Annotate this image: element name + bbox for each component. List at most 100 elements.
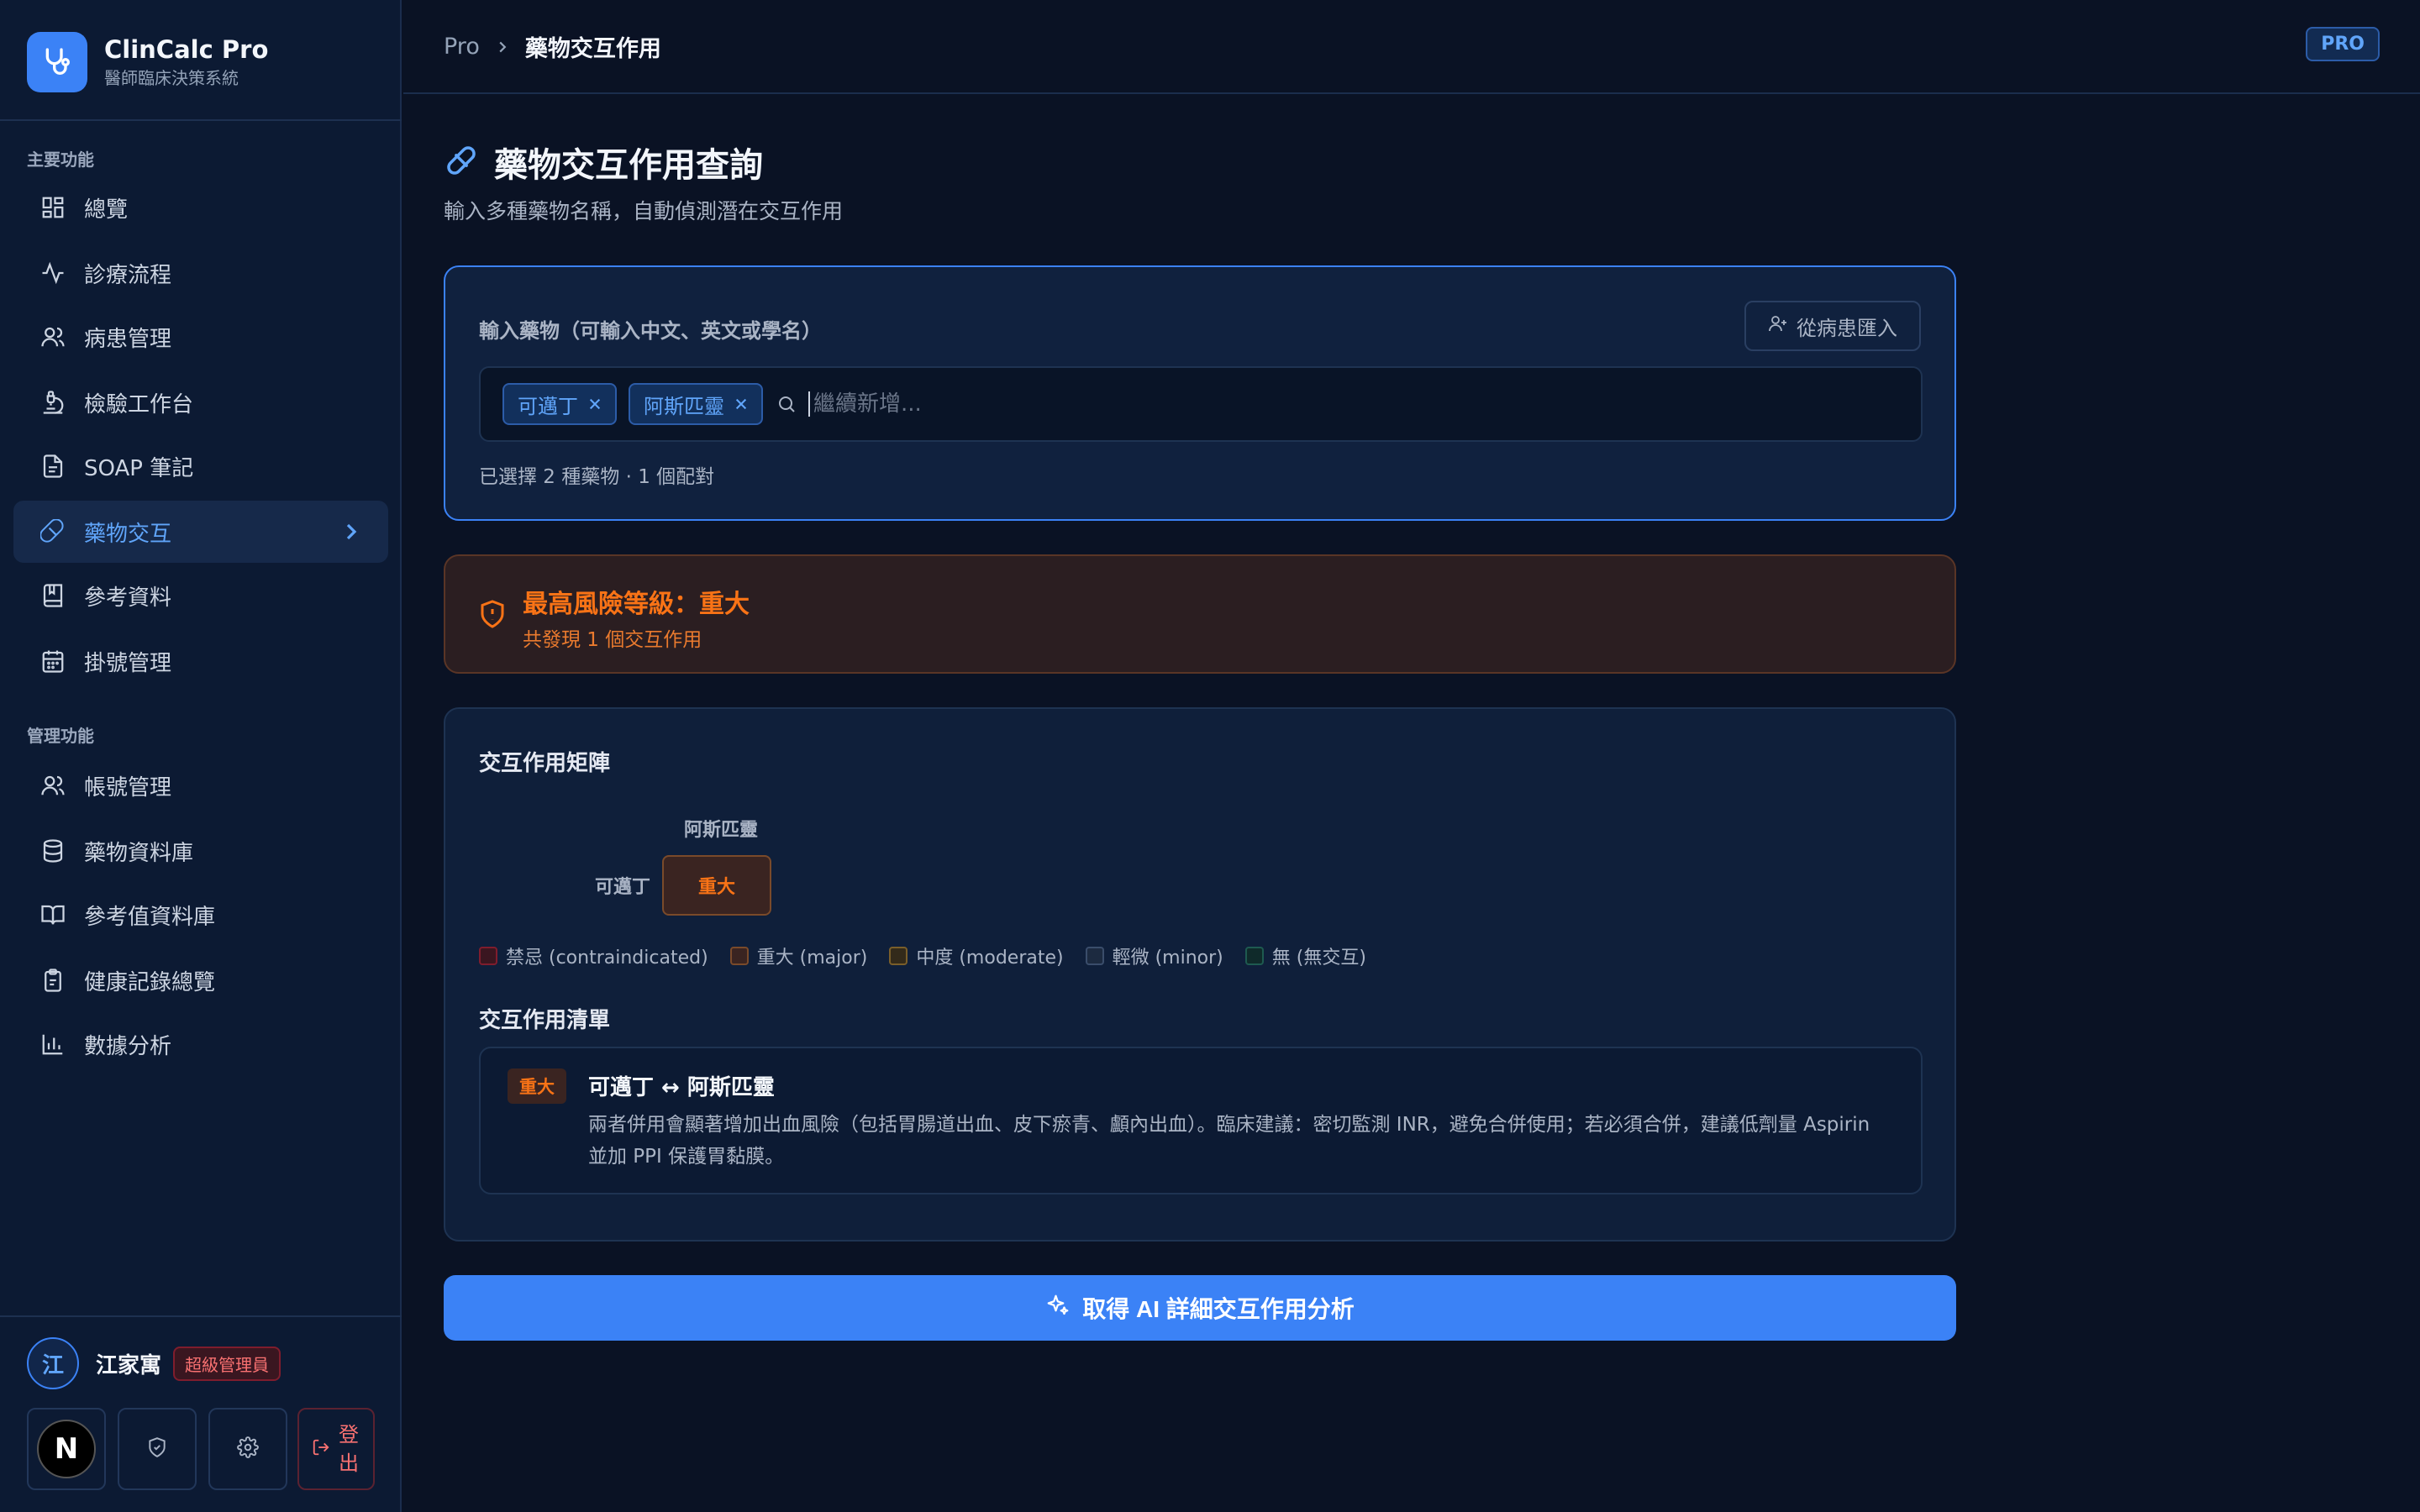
brand[interactable]: ClinCalc Pro 醫師臨床決策系統 [27, 32, 268, 92]
breadcrumb: Pro 藥物交互作用 [444, 30, 661, 63]
import-label: 從病患匯入 [1797, 317, 1897, 340]
close-icon[interactable] [588, 397, 602, 411]
sidebar-item-soap[interactable]: SOAP 筆記 [13, 435, 388, 497]
brand-subtitle: 醫師臨床決策系統 [104, 68, 239, 88]
sidebar-item-reference-values[interactable]: 參考值資料庫 [13, 884, 388, 946]
drug-tag: 阿斯匹靈 [629, 383, 763, 425]
legend-label: 輕微 (minor) [1112, 948, 1223, 969]
sidebar-item-patients[interactable]: 病患管理 [13, 306, 388, 368]
ai-analysis-button[interactable]: 取得 AI 詳細交互作用分析 [444, 1275, 1956, 1341]
matrix-title: 交互作用矩陣 [479, 751, 611, 776]
sparkles-icon [1045, 1293, 1071, 1324]
logout-icon [312, 1438, 330, 1460]
ai-analysis-label: 取得 AI 詳細交互作用分析 [1082, 1296, 1355, 1322]
clipboard-icon [39, 966, 67, 995]
microscope-icon [39, 388, 67, 417]
nextjs-logo-icon: N [37, 1420, 96, 1478]
drug-tag: 可邁丁 [502, 383, 617, 425]
sidebar-item-label: 數據分析 [84, 1033, 172, 1059]
chevron-right-icon [497, 39, 508, 55]
legend-label: 中度 (moderate) [916, 948, 1064, 969]
sidebar-item-label: 診療流程 [84, 262, 172, 288]
divider [0, 1315, 402, 1317]
bar-chart-icon [39, 1030, 67, 1058]
breadcrumb-root[interactable]: Pro [444, 34, 480, 60]
legend-label: 重大 (major) [756, 948, 868, 969]
sidebar-item-label: 總覽 [84, 197, 129, 223]
drug-input-label: 輸入藥物（可輸入中文、英文或學名） [479, 319, 822, 343]
chevron-right-icon [343, 520, 360, 547]
sidebar-item-analytics[interactable]: 數據分析 [13, 1013, 388, 1075]
sidebar-item-label: 掛號管理 [84, 650, 172, 676]
database-icon [39, 837, 67, 865]
divider [0, 119, 402, 121]
severity-badge: 重大 [508, 1068, 566, 1104]
selection-count: 已選擇 2 種藥物 · 1 個配對 [479, 466, 715, 488]
drug-tag-input[interactable]: 可邁丁 阿斯匹靈 [479, 366, 1923, 442]
import-from-patient-button[interactable]: 從病患匯入 [1744, 301, 1921, 351]
gear-icon [237, 1436, 259, 1462]
sidebar-item-health-records[interactable]: 健康記錄總覽 [13, 949, 388, 1011]
legend-swatch [479, 947, 497, 965]
matrix-column-header: 阿斯匹靈 [683, 820, 758, 841]
stethoscope-icon [27, 32, 87, 92]
security-button[interactable] [118, 1408, 197, 1490]
file-text-icon [39, 452, 67, 480]
legend-item: 輕微 (minor) [1085, 942, 1223, 969]
shield-check-icon [146, 1436, 168, 1462]
calendar-icon [39, 647, 67, 675]
interaction-description: 兩者併用會顯著增加出血風險（包括胃腸道出血、皮下瘀青、顱內出血）。臨床建議：密切… [588, 1114, 1870, 1168]
sidebar-item-references[interactable]: 參考資料 [13, 564, 388, 627]
sidebar-item-accounts[interactable]: 帳號管理 [13, 754, 388, 816]
legend-swatch [1085, 947, 1104, 965]
sidebar-item-workflow[interactable]: 診療流程 [13, 242, 388, 304]
sidebar-item-label: 藥物交互 [84, 521, 172, 547]
page-title: 藥物交互作用查詢 [494, 146, 763, 185]
legend-item: 無 (無交互) [1244, 942, 1366, 969]
risk-subtitle: 共發現 1 個交互作用 [523, 629, 702, 651]
user-profile[interactable]: 江 江家寓 超級管理員 [27, 1337, 281, 1389]
sidebar-item-label: 參考資料 [84, 585, 172, 611]
sidebar-item-label: 檢驗工作台 [84, 391, 194, 417]
drug-search-input[interactable] [808, 391, 1733, 417]
pro-badge: PRO [2306, 27, 2380, 61]
book-icon [39, 581, 67, 610]
matrix-cell[interactable]: 重大 [662, 855, 771, 916]
section-label-main: 主要功能 [27, 150, 94, 170]
sidebar-item-appointments[interactable]: 掛號管理 [13, 630, 388, 692]
sidebar-item-drug-interaction[interactable]: 藥物交互 [13, 501, 388, 563]
sidebar-item-overview[interactable]: 總覽 [13, 176, 388, 239]
sidebar-item-label: 健康記錄總覽 [84, 969, 216, 995]
legend-label: 無 (無交互) [1271, 948, 1366, 969]
close-icon[interactable] [734, 397, 748, 411]
interaction-list-title: 交互作用清單 [479, 1008, 611, 1033]
legend-item: 重大 (major) [729, 942, 868, 969]
user-name: 江家寓 [96, 1352, 162, 1378]
page-subtitle: 輸入多種藥物名稱，自動偵測潛在交互作用 [444, 199, 844, 223]
pill-icon [444, 143, 479, 181]
drug-tag-label: 阿斯匹靈 [644, 394, 724, 418]
sidebar-item-drug-db[interactable]: 藥物資料庫 [13, 820, 388, 882]
interaction-pair: 可邁丁 ↔ 阿斯匹靈 [588, 1075, 775, 1100]
sidebar: ClinCalc Pro 醫師臨床決策系統 主要功能 總覽 診療流程 病患管理 … [0, 0, 402, 1512]
legend-swatch [1244, 947, 1264, 965]
dashboard-icon [39, 193, 67, 222]
brand-name: ClinCalc Pro [104, 35, 269, 64]
sidebar-item-lab[interactable]: 檢驗工作台 [13, 371, 388, 433]
logout-button[interactable]: 登出 [297, 1408, 375, 1490]
shield-alert-icon [477, 598, 508, 633]
sidebar-item-label: 帳號管理 [84, 774, 172, 801]
avatar: 江 [27, 1337, 79, 1389]
interaction-list-item[interactable]: 重大 可邁丁 ↔ 阿斯匹靈 兩者併用會顯著增加出血風險（包括胃腸道出血、皮下瘀青… [479, 1047, 1923, 1194]
nextjs-button[interactable]: N [27, 1408, 106, 1490]
settings-button[interactable] [208, 1408, 287, 1490]
pill-icon [39, 517, 67, 546]
sidebar-item-label: 病患管理 [84, 326, 172, 352]
top-bar: Pro 藥物交互作用 PRO [403, 0, 2420, 94]
interaction-matrix-card: 交互作用矩陣 阿斯匹靈 可邁丁 重大 禁忌 (contraindicated) … [444, 707, 1956, 1242]
risk-alert: 最高風險等級：重大 共發現 1 個交互作用 [444, 554, 1956, 674]
legend-item: 禁忌 (contraindicated) [479, 942, 708, 969]
users-icon [39, 771, 67, 800]
book-open-icon [39, 900, 67, 929]
legend-swatch [889, 947, 908, 965]
